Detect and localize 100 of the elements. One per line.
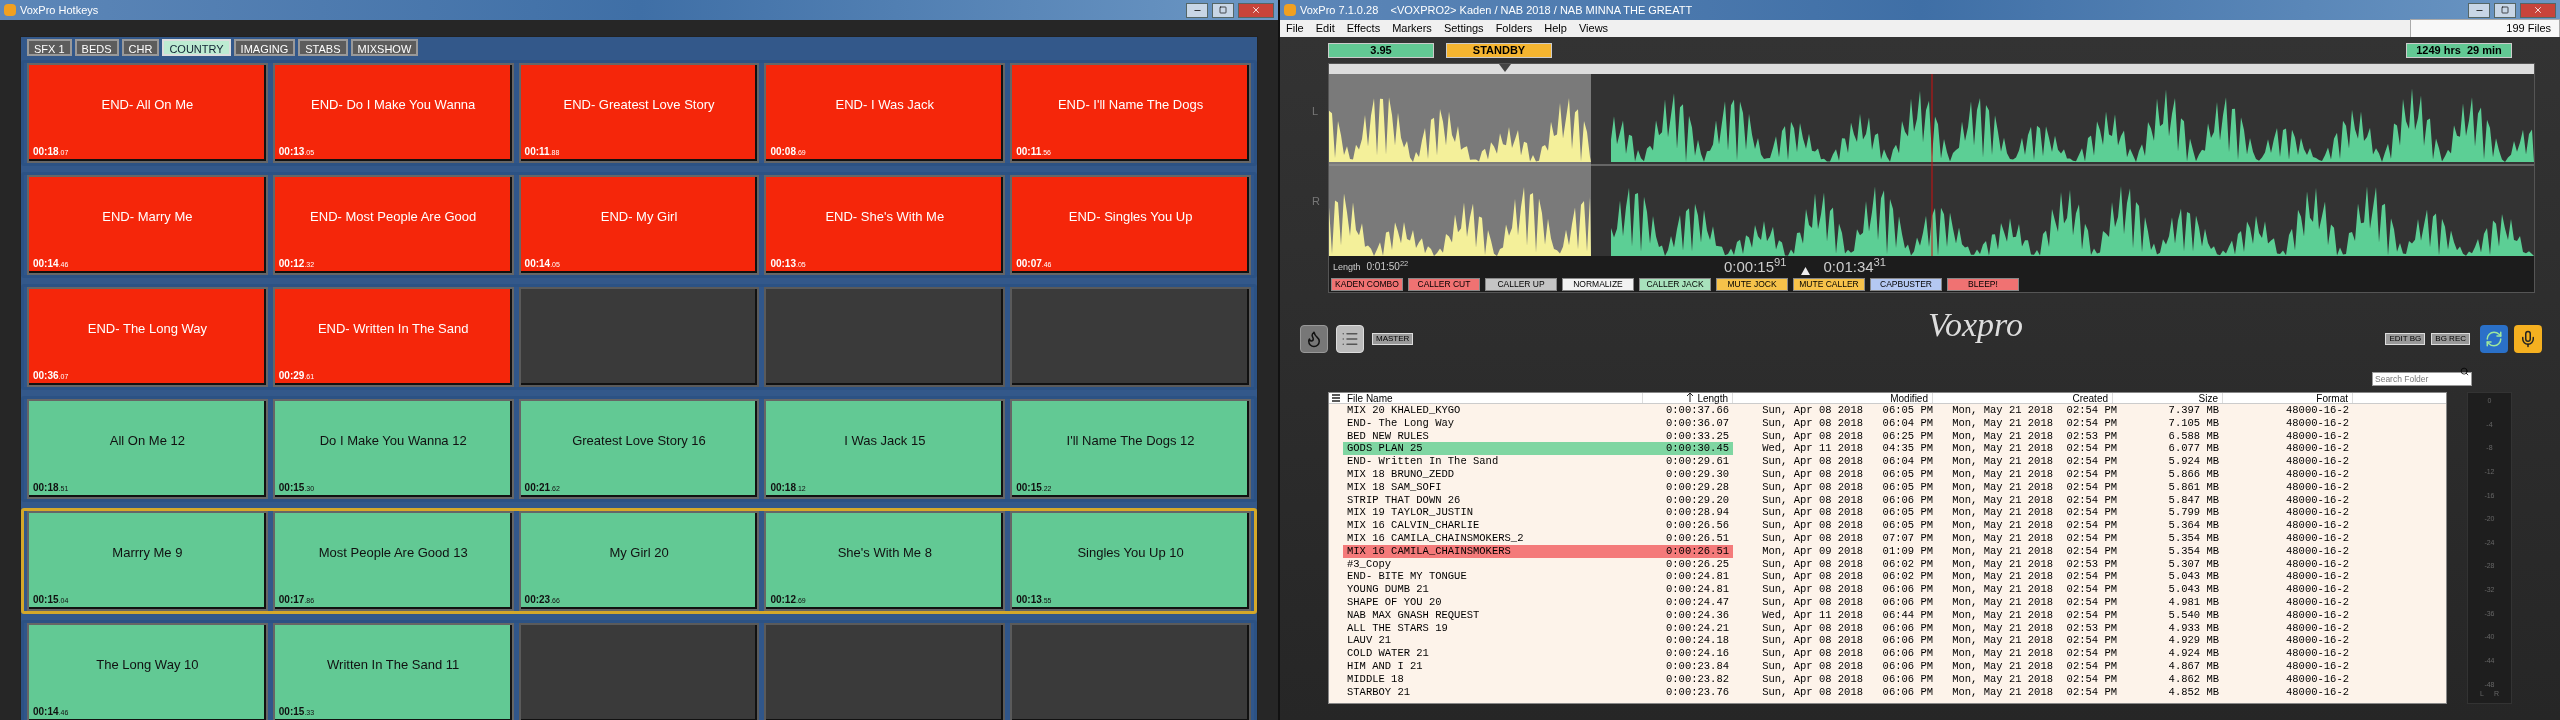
menu-item[interactable]: Views (1572, 20, 1615, 37)
close-button[interactable] (1238, 2, 1274, 18)
size-cell-text: 5.866 MB (2167, 468, 2220, 481)
column-menu-icon[interactable] (1332, 394, 1340, 402)
cart-title: Most People Are Good 13 (318, 543, 468, 562)
maximize-button[interactable] (2494, 2, 2516, 18)
file-row[interactable]: #3_Copy 0:00:26.25 Sun, Apr 08 2018 06:02 PM Mon, May 21 2018 02:53 PM 5.307 MB 48000-16-2 (1329, 557, 2446, 571)
file-row[interactable]: YOUNG DUMB 21 0:00:24.81 Sun, Apr 08 2018 06:06 PM Mon, May 21 2018 02:54 PM 5.043 MB 48000-16-2 (1329, 583, 2446, 596)
created-date-cell-text: Mon, May 21 2018 (1951, 570, 2053, 584)
sync-button[interactable] (2480, 325, 2508, 353)
modified-date-cell-text: Sun, Apr 08 2018 (1761, 531, 1863, 545)
file-row[interactable]: END- The Long Way 0:00:36.07 Sun, Apr 08 2018 06:04 PM Mon, May 21 2018 02:54 PM 7.105 MB 48000-16-2 (1329, 416, 2446, 430)
file-name-cell-text: YOUNG DUMB 21 (1346, 583, 1430, 596)
column-header[interactable]: File Name (1347, 393, 1393, 403)
menu-item[interactable]: Markers (1386, 20, 1438, 37)
column-header[interactable]: Modified (1890, 393, 1928, 403)
column-header[interactable]: Size (2198, 393, 2218, 403)
menu-item[interactable]: Settings (1437, 20, 1490, 37)
created-date-cell-text: Mon, May 21 2018 (1951, 647, 2053, 660)
file-name-cell-text: MIX 16 CAMILA_CHAINSMOKERS_2 (1346, 531, 1525, 545)
file-row[interactable]: STRIP THAT DOWN 26 0:00:29.20 Sun, Apr 08 2018 06:06 PM Mon, May 21 2018 02:54 PM 5.847 MB 48000-16-2 (1329, 493, 2446, 507)
cart-title: All On Me 12 (109, 431, 185, 450)
file-row[interactable]: HIM AND I 21 0:00:23.84 Sun, Apr 08 2018 06:06 PM Mon, May 21 2018 02:54 PM 4.867 MB 48000-16-2 (1329, 659, 2446, 673)
tab[interactable]: COUNTRY (162, 39, 231, 56)
empty-cart[interactable] (764, 287, 1006, 387)
file-row[interactable]: END- Written In The Sand 0:00:29.61 Sun, Apr 08 2018 06:04 PM Mon, May 21 2018 02:54 PM 5.924 MB 48000-16-2 (1329, 455, 2446, 468)
effect-button[interactable]: MUTE CALLER (1793, 277, 1865, 291)
modified-time-cell-text: 06:06 PM (1881, 685, 1933, 699)
column-header[interactable]: Length (1697, 393, 1728, 403)
cart-title: I Was Jack 15 (844, 431, 926, 450)
file-row[interactable]: MIX 16 CAMILA_CHAINSMOKERS_2 0:00:26.51 Sun, Apr 08 2018 07:07 PM Mon, May 21 2018 02:54 PM 5.354 MB 48000-16-2 (1329, 531, 2446, 545)
modified-date-cell-text: Sun, Apr 08 2018 (1761, 659, 1863, 673)
file-row[interactable]: MIX 16 CAMILA_CHAINSMOKERS 0:00:26.51 Mon, Apr 09 2018 01:09 PM Mon, May 21 2018 02:54 PM 5.354 MB 48000-16-2 (1329, 544, 2446, 558)
created-date-cell-text: Mon, May 21 2018 (1951, 544, 2053, 558)
menu-item[interactable]: Help (1538, 20, 1573, 37)
size-cell-text: 4.924 MB (2167, 647, 2220, 660)
effect-button[interactable]: MUTE JOCK (1716, 277, 1788, 291)
column-header[interactable]: Format (2316, 393, 2348, 403)
master-button[interactable]: MASTER (1372, 333, 1414, 345)
menu-item[interactable]: Effects (1340, 20, 1387, 37)
empty-cart[interactable] (518, 287, 760, 387)
file-name-cell-text: SHAPE OF YOU 20 (1346, 595, 1443, 609)
edit-bg-button[interactable]: EDIT BG (2385, 333, 2426, 345)
size-cell-text: 4.929 MB (2167, 634, 2220, 648)
tab[interactable]: BEDS (74, 39, 119, 56)
format-cell-text: 48000-16-2 (2285, 455, 2350, 468)
file-row[interactable]: MIX 18 SAM_SOFI 0:00:29.28 Sun, Apr 08 2018 06:05 PM Mon, May 21 2018 02:54 PM 5.861 MB 48000-16-2 (1329, 480, 2446, 494)
maximize-button[interactable] (1212, 2, 1234, 18)
file-row[interactable]: COLD WATER 21 0:00:24.16 Sun, Apr 08 2018 06:06 PM Mon, May 21 2018 02:54 PM 4.924 MB 48000-16-2 (1329, 647, 2446, 660)
sort-arrow-icon (1687, 393, 1694, 402)
bg-rec-button[interactable]: BG REC (2431, 333, 2470, 345)
format-cell-text: 48000-16-2 (2285, 685, 2350, 699)
tab[interactable]: CHR (121, 39, 160, 56)
file-row[interactable]: ALL THE STARS 19 0:00:24.21 Sun, Apr 08 2018 06:06 PM Mon, May 21 2018 02:53 PM 4.933 MB 48000-16-2 (1329, 621, 2446, 635)
tab[interactable]: MIXSHOW (350, 39, 419, 56)
position-marker-icon[interactable] (1499, 64, 1511, 72)
minimize-button[interactable] (1186, 2, 1208, 18)
minimize-button[interactable] (2468, 2, 2490, 18)
effect-button[interactable]: CALLER UP (1485, 277, 1557, 291)
list-button[interactable] (1336, 325, 1364, 353)
search-field[interactable]: Search Folder (2372, 372, 2472, 386)
menu-item[interactable]: Folders (1489, 20, 1539, 37)
modified-date-cell-text: Sun, Apr 08 2018 (1761, 557, 1863, 571)
flame-button[interactable] (1300, 325, 1328, 353)
file-row[interactable]: END- BITE MY TONGUE 0:00:24.81 Sun, Apr 08 2018 06:02 PM Mon, May 21 2018 02:54 PM 5.043 MB 48000-16-2 (1329, 570, 2446, 584)
cart-title: Written In The Sand 11 (327, 655, 460, 674)
menu-item[interactable]: File (1280, 20, 1310, 37)
tab[interactable]: IMAGING (233, 39, 296, 56)
cart-title: END- Marry Me (102, 207, 193, 226)
tab[interactable]: STABS (298, 39, 348, 56)
effect-button[interactable]: CALLER JACK (1639, 277, 1711, 291)
file-row[interactable]: NAB MAX GNASH REQUEST 0:00:24.36 Wed, Apr 11 2018 06:44 PM Mon, May 21 2018 02:54 PM 5.540 MB 48000-16-2 (1329, 608, 2446, 622)
file-row[interactable]: SHAPE OF YOU 20 0:00:24.47 Sun, Apr 08 2018 06:06 PM Mon, May 21 2018 02:54 PM 4.981 MB 48000-16-2 (1329, 595, 2446, 609)
tab[interactable]: SFX 1 (27, 39, 72, 56)
file-row[interactable]: BED NEW RULES 0:00:33.25 Sun, Apr 08 2018 06:25 PM Mon, May 21 2018 02:53 PM 6.588 MB 48000-16-2 (1329, 429, 2446, 443)
file-row[interactable]: LAUV 21 0:00:24.18 Sun, Apr 08 2018 06:06 PM Mon, May 21 2018 02:54 PM 4.929 MB 48000-16-2 (1329, 634, 2446, 648)
close-button[interactable] (2520, 2, 2556, 18)
effect-button[interactable]: NORMALIZE (1562, 277, 1634, 291)
file-row[interactable]: MIDDLE 18 0:00:23.82 Sun, Apr 08 2018 06:06 PM Mon, May 21 2018 02:54 PM 4.862 MB 48000-16-2 (1329, 672, 2446, 686)
empty-cart[interactable] (1010, 287, 1251, 387)
file-row[interactable]: MIX 19 TAYLOR_JUSTIN 0:00:28.94 Sun, Apr 08 2018 06:05 PM Mon, May 21 2018 02:54 PM 5.799 MB 48000-16-2 (1329, 506, 2446, 520)
effect-button[interactable]: KADEN COMBO (1331, 277, 1403, 291)
effect-button[interactable]: BLEEP! (1947, 277, 2019, 291)
created-time-cell-text: 02:54 PM (2065, 647, 2117, 660)
format-cell-text: 48000-16-2 (2285, 429, 2350, 443)
length-cell-text: 0:00:29.30 (1665, 468, 1730, 481)
file-row[interactable]: MIX 20 KHALED_KYGO 0:00:37.66 Sun, Apr 08 2018 06:05 PM Mon, May 21 2018 02:54 PM 7.397 MB 48000-16-2 (1329, 404, 2446, 417)
effect-button[interactable]: CAPBUSTER (1870, 277, 1942, 291)
file-row[interactable]: GODS PLAN 25 0:00:30.45 Wed, Apr 11 2018 04:35 PM Mon, May 21 2018 02:54 PM 6.077 MB 48000-16-2 (1329, 442, 2446, 456)
menu-item[interactable]: Edit (1309, 20, 1341, 37)
microphone-button[interactable] (2514, 325, 2542, 353)
size-cell-text: 5.924 MB (2167, 455, 2220, 468)
created-time-cell-text: 02:54 PM (2065, 634, 2117, 648)
column-header[interactable]: Created (2072, 393, 2108, 403)
effect-button[interactable]: CALLER CUT (1408, 277, 1480, 291)
file-row[interactable]: MIX 18 BRUNO_ZEDD 0:00:29.30 Sun, Apr 08 2018 06:05 PM Mon, May 21 2018 02:54 PM 5.866 MB 48000-16-2 (1329, 468, 2446, 481)
file-row[interactable]: MIX 16 CALVIN_CHARLIE 0:00:26.56 Sun, Apr 08 2018 06:05 PM Mon, May 21 2018 02:54 PM 5.364 MB 48000-16-2 (1329, 519, 2446, 532)
file-row[interactable]: STARBOY 21 0:00:23.76 Sun, Apr 08 2018 06:06 PM Mon, May 21 2018 02:54 PM 4.852 MB 48000-16-2 (1329, 685, 2446, 699)
size-cell-text: 5.847 MB (2167, 493, 2220, 507)
window-title: VoxPro 7.1.0.28 <VOXPRO2> Kaden / NAB 2018 / NAB MINNA THE GREATT (1300, 2, 1693, 18)
